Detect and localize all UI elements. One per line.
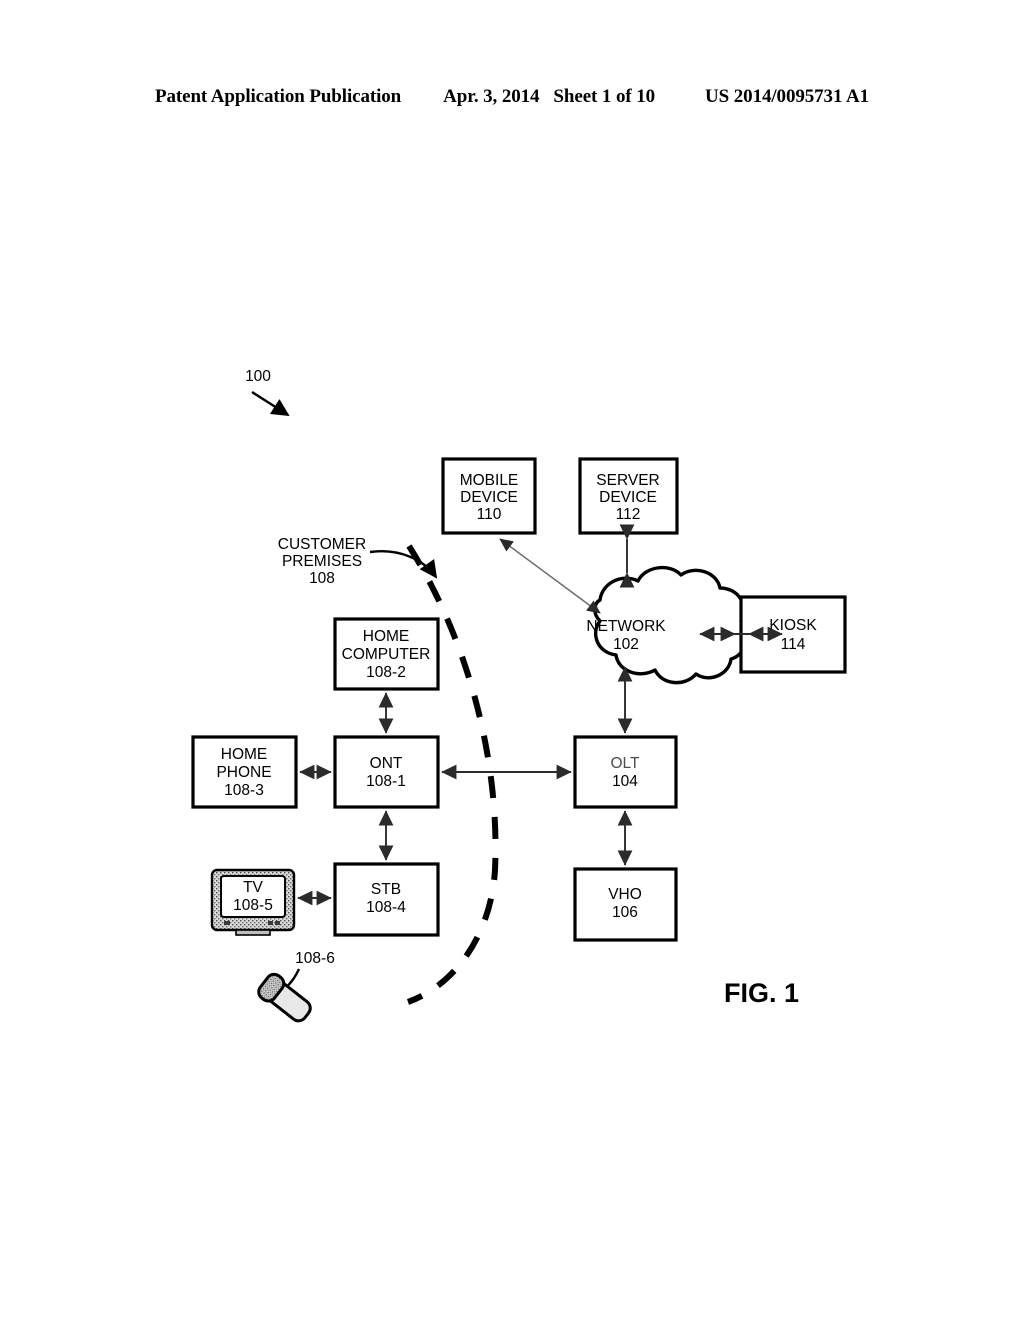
olt-ref: 104 <box>612 773 638 790</box>
tv-label: TV <box>243 879 263 896</box>
mobile-device-line2: DEVICE <box>460 489 518 506</box>
server-device-line1: SERVER <box>596 472 659 489</box>
system-reference-label: 100 <box>245 368 271 385</box>
system-reference-arrow <box>251 390 290 417</box>
node-olt: OLT 104 <box>573 735 678 809</box>
customer-premises-label-line1: CUSTOMER <box>278 536 366 553</box>
tv-stand <box>235 929 271 936</box>
tv-control-right-b <box>275 921 280 925</box>
figure-caption: FIG. 1 <box>724 978 799 1008</box>
figure-1-diagram: 100 CUSTOMER PREMISES 108 MOBILE DEVICE … <box>0 0 1024 1320</box>
olt-label: OLT <box>611 755 641 772</box>
ont-label: ONT <box>370 755 403 772</box>
tv-control-right-a <box>268 921 273 925</box>
tv-control-left <box>224 921 230 925</box>
server-device-line2: DEVICE <box>599 489 657 506</box>
node-ont: ONT 108-1 <box>333 735 440 809</box>
tv-ref: 108-5 <box>233 897 273 914</box>
home-computer-line2: COMPUTER <box>342 646 431 663</box>
node-server-device: SERVER DEVICE 112 <box>578 457 679 535</box>
customer-premises-leader <box>369 550 438 579</box>
ont-ref: 108-1 <box>366 773 406 790</box>
customer-premises-label-ref: 108 <box>309 570 335 587</box>
customer-premises-label-line2: PREMISES <box>282 553 362 570</box>
network-ref: 102 <box>613 636 639 653</box>
node-mobile-device: MOBILE DEVICE 110 <box>441 457 537 535</box>
vho-ref: 106 <box>612 904 638 921</box>
node-network-cloud: NETWORK 102 <box>586 565 749 685</box>
network-label: NETWORK <box>586 618 666 635</box>
stb-label: STB <box>371 881 401 898</box>
node-home-phone: HOME PHONE 108-3 <box>191 735 298 809</box>
kiosk-label: KIOSK <box>769 617 817 634</box>
node-remote-control: 108-6 <box>257 950 335 1023</box>
mobile-device-line1: MOBILE <box>460 472 519 489</box>
home-phone-line1: HOME <box>221 746 268 763</box>
connector-network-mobile-device <box>499 538 601 614</box>
node-tv: TV 108-5 <box>210 868 296 936</box>
server-device-ref: 112 <box>616 506 641 523</box>
node-vho: VHO 106 <box>573 867 678 942</box>
node-home-computer: HOME COMPUTER 108-2 <box>333 617 440 691</box>
home-computer-ref: 108-2 <box>366 664 406 681</box>
vho-label: VHO <box>608 886 642 903</box>
home-computer-line1: HOME <box>363 628 410 645</box>
home-phone-ref: 108-3 <box>224 782 264 799</box>
kiosk-ref: 114 <box>781 636 806 653</box>
home-phone-line2: PHONE <box>216 764 271 781</box>
stb-ref: 108-4 <box>366 899 406 916</box>
remote-control-ref: 108-6 <box>295 950 335 967</box>
mobile-device-ref: 110 <box>477 506 502 523</box>
node-stb: STB 108-4 <box>333 862 440 937</box>
